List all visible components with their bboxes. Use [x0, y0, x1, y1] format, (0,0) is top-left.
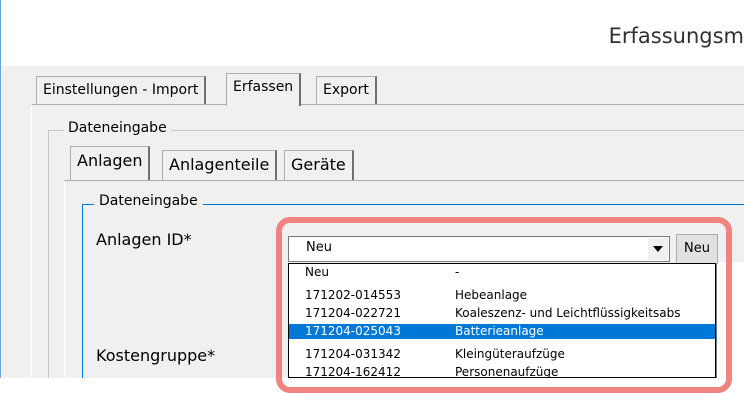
- tab-label: Geräte: [291, 155, 346, 174]
- tab-geraete[interactable]: Geräte: [284, 150, 354, 180]
- tab-anlagen[interactable]: Anlagen: [70, 146, 151, 180]
- tab-label: Einstellungen - Import: [43, 82, 199, 98]
- highlight-annotation: [276, 217, 732, 393]
- kostengruppe-label: Kostengruppe*: [96, 346, 216, 365]
- tab-erfassen[interactable]: Erfassen: [226, 73, 302, 106]
- anlagen-id-label: Anlagen ID*: [96, 230, 192, 249]
- tab-label: Erfassen: [233, 79, 294, 95]
- group-box-label: Dateneingabe: [94, 193, 203, 209]
- group-box-label: Dateneingabe: [64, 120, 171, 136]
- tab-anlagenteile[interactable]: Anlagenteile: [162, 150, 278, 180]
- tab-label: Anlagenteile: [169, 155, 270, 174]
- tab-export[interactable]: Export: [316, 76, 377, 104]
- tab-label: Anlagen: [77, 151, 143, 170]
- tab-label: Export: [323, 82, 369, 98]
- tab-einstellungen-import[interactable]: Einstellungen - Import: [36, 76, 207, 104]
